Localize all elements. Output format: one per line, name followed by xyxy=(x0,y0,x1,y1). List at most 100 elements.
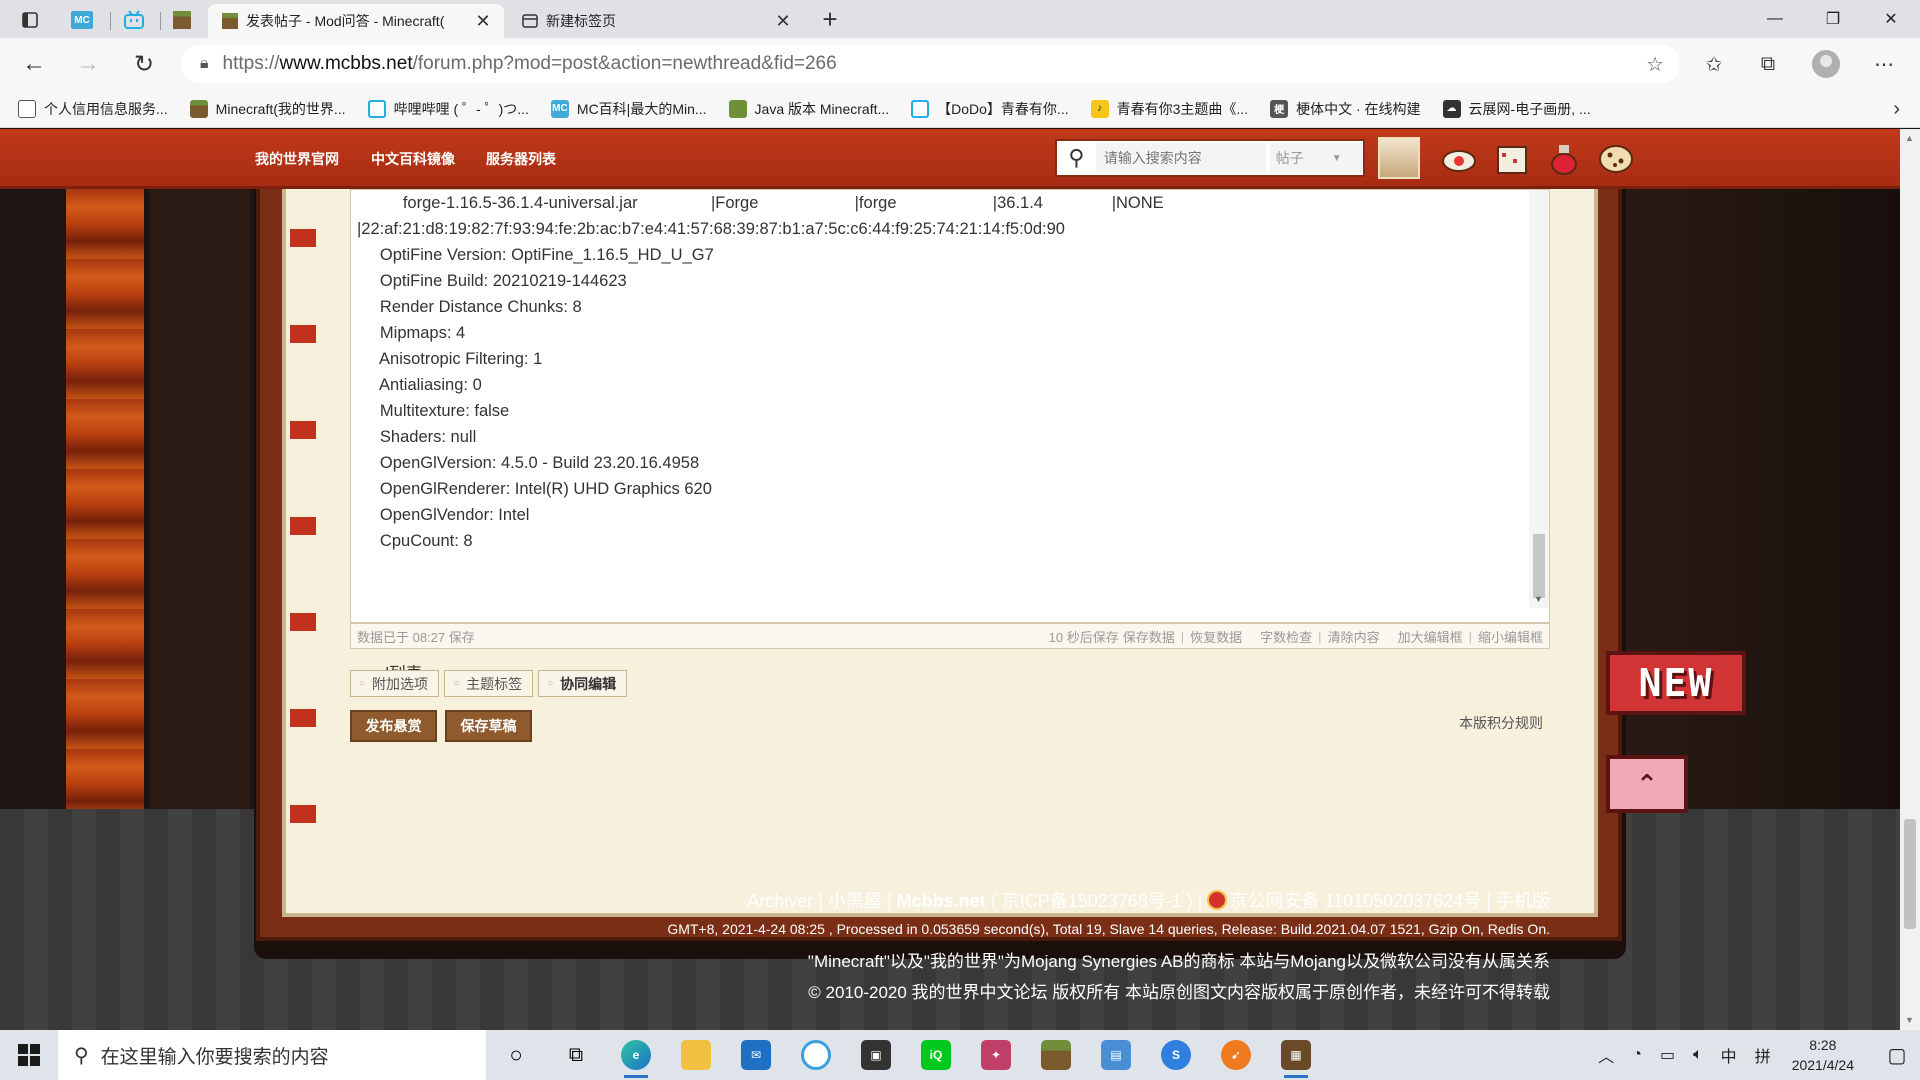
page-scroll-thumb[interactable] xyxy=(1904,819,1916,929)
taskbar-iqiyi[interactable]: iQ xyxy=(906,1030,966,1080)
new-tab-plus-icon[interactable]: + xyxy=(814,4,846,36)
extra-options-button[interactable]: ○ 附加选项 xyxy=(350,670,440,697)
editor-scroll-thumb[interactable] xyxy=(1533,534,1545,598)
potion-icon[interactable] xyxy=(1545,141,1583,177)
taskbar-orange-app[interactable]: ➹ xyxy=(1206,1030,1266,1080)
collections-icon[interactable]: ⧉ xyxy=(1750,46,1786,82)
close-window-icon[interactable]: ✕ xyxy=(1862,0,1920,38)
minimize-icon[interactable]: — xyxy=(1746,0,1804,38)
save-data-link[interactable]: 保存数据 xyxy=(1123,627,1175,646)
mobile-version-link[interactable]: 手机版 xyxy=(1496,891,1550,911)
egg-icon[interactable] xyxy=(1440,141,1478,177)
battery-icon[interactable]: ▭ xyxy=(1660,1045,1675,1065)
profile-button[interactable] xyxy=(1808,46,1844,82)
taskbar-app-teal[interactable] xyxy=(786,1030,846,1080)
editor-scrollbar[interactable]: ▼ xyxy=(1529,190,1549,608)
taskbar-minecraft[interactable] xyxy=(1026,1030,1086,1080)
police-record-link[interactable]: 京公网安备 11010502037624号 xyxy=(1229,891,1481,911)
forum-points-rules-link[interactable]: 本版积分规则 xyxy=(1459,713,1543,733)
editor-textarea[interactable]: forge-1.16.5-36.1.4-universal.jar |Forge… xyxy=(357,190,1527,560)
refresh-icon[interactable]: ↻ xyxy=(126,46,162,82)
tab-post-thread[interactable]: 发表帖子 - Mod问答 - Minecraft( ✕ xyxy=(208,4,504,38)
scroll-down-arrow-icon[interactable]: ▼ xyxy=(1905,1015,1914,1025)
taskbar-edge[interactable]: e xyxy=(606,1030,666,1080)
ime-mode[interactable]: 拼 xyxy=(1755,1043,1771,1067)
add-favorite-icon[interactable]: ☆ xyxy=(1646,52,1664,77)
nav-official-site[interactable]: 我的世界官网 xyxy=(255,149,339,169)
clear-content-link[interactable]: 清除内容 xyxy=(1328,627,1380,646)
restore-icon[interactable]: ❐ xyxy=(1804,0,1862,38)
url-field[interactable]: 🔒︎ https://www.mcbbs.net/forum.php?mod=p… xyxy=(180,45,1680,83)
taskbar-anime-app[interactable]: ✦ xyxy=(966,1030,1026,1080)
nav-wiki-mirror[interactable]: 中文百科镜像 xyxy=(371,149,455,169)
taskbar-mail[interactable]: ✉ xyxy=(726,1030,786,1080)
scroll-down-arrow-icon[interactable]: ▼ xyxy=(1534,594,1543,604)
tab-new-tab[interactable]: 新建标签页 ✕ xyxy=(508,4,804,38)
post-editor[interactable]: forge-1.16.5-36.1.4-universal.jar |Forge… xyxy=(350,189,1550,683)
taskbar-browser-blue[interactable]: S xyxy=(1146,1030,1206,1080)
save-draft-button[interactable]: 保存草稿 xyxy=(445,710,532,742)
scroll-up-arrow-icon[interactable]: ▲ xyxy=(1905,133,1914,143)
bookmark-yunzhan[interactable]: ☁ 云展网-电子画册, ... xyxy=(1442,99,1591,119)
taskbar-minecraft-launcher[interactable]: ▦ xyxy=(1266,1030,1326,1080)
site-search: ⚲ 帖子▼ xyxy=(1055,139,1365,177)
taskbar-file-explorer[interactable] xyxy=(666,1030,726,1080)
taskbar-store[interactable]: ▣ xyxy=(846,1030,906,1080)
notification-icon[interactable]: ▢ xyxy=(1874,1030,1920,1080)
ime-language[interactable]: 中 xyxy=(1721,1043,1737,1067)
volume-icon[interactable]: 🔈︎ xyxy=(1693,1046,1703,1064)
pinned-tab-mcmod[interactable]: MC xyxy=(60,4,104,36)
chevron-up-icon[interactable]: ︿ xyxy=(1598,1043,1614,1067)
bookmark-java-minecraft[interactable]: Java 版本 Minecraft... xyxy=(728,99,889,119)
forward-arrow-icon[interactable]: → xyxy=(70,46,106,82)
bookmark-bilibili[interactable]: 哔哩哔哩 ( ゜- ゜)つ... xyxy=(367,99,529,119)
lock-icon[interactable]: 🔒︎ xyxy=(200,55,209,73)
favorites-icon[interactable]: ✩ xyxy=(1696,46,1732,82)
bookmark-dodo[interactable]: 【DoDo】青春有你... xyxy=(911,99,1069,119)
back-arrow-icon[interactable]: ← xyxy=(16,46,52,82)
search-input[interactable] xyxy=(1095,143,1266,173)
pinned-tab-minecraft[interactable] xyxy=(160,4,204,36)
bookmark-minecraft[interactable]: Minecraft(我的世界... xyxy=(189,99,346,119)
topic-tags-button[interactable]: ○ 主题标签 xyxy=(444,670,534,697)
enlarge-editor-link[interactable]: 加大编辑框 xyxy=(1398,627,1463,646)
page-scrollbar[interactable]: ▲ ▼ xyxy=(1900,129,1920,1030)
nav-server-list[interactable]: 服务器列表 xyxy=(486,149,556,169)
bookmark-youth[interactable]: ♪ 青春有你3主题曲《... xyxy=(1090,99,1248,119)
taskbar-search[interactable]: ⚲ 在这里输入你要搜索的内容 xyxy=(58,1030,486,1080)
blackroom-link[interactable]: 小黑屋 xyxy=(828,891,882,911)
start-button[interactable] xyxy=(0,1030,58,1080)
user-avatar[interactable] xyxy=(1378,137,1420,179)
network-icon[interactable]: ◔ xyxy=(1632,1046,1642,1064)
co-edit-button[interactable]: ○ 协同编辑 xyxy=(538,670,628,697)
archiver-link[interactable]: Archiver xyxy=(747,891,813,911)
tab-actions-button[interactable] xyxy=(8,4,52,36)
taskbar-control-panel[interactable]: ▤ xyxy=(1086,1030,1146,1080)
back-to-top-icon[interactable]: ⌃ xyxy=(1606,755,1688,813)
orange-app-icon: ➹ xyxy=(1221,1040,1251,1070)
icp-link[interactable]: ( 京ICP备15023768号-1 ) xyxy=(991,891,1193,911)
task-view-button[interactable]: ⧉ xyxy=(546,1030,606,1080)
cortana-button[interactable]: ○ xyxy=(486,1030,546,1080)
search-type-select[interactable]: 帖子 ▼ xyxy=(1269,143,1363,173)
bilibili-icon xyxy=(911,99,930,118)
bookmark-mcmod[interactable]: MC MC百科|最大的Min... xyxy=(550,99,707,119)
publish-reward-button[interactable]: 发布悬赏 xyxy=(350,710,437,742)
editor-line: CpuCount: 8 xyxy=(357,532,473,550)
pinned-tab-bilibili[interactable] xyxy=(112,4,156,36)
clock[interactable]: 8:28 2021/4/24 xyxy=(1792,1035,1854,1075)
close-tab-icon[interactable]: ✕ xyxy=(774,11,792,32)
cake-icon[interactable] xyxy=(1493,141,1531,177)
word-check-link[interactable]: 字数检查 xyxy=(1260,627,1312,646)
site-name-link[interactable]: Mcbbs.net xyxy=(897,891,986,911)
restore-data-link[interactable]: 恢复数据 xyxy=(1190,627,1242,646)
close-tab-icon[interactable]: ✕ xyxy=(474,11,492,32)
shrink-editor-link[interactable]: 缩小编辑框 xyxy=(1478,627,1543,646)
bookmark-meme[interactable]: 梗梗体中文 · 在线构建 xyxy=(1270,99,1421,119)
cookie-icon[interactable] xyxy=(1597,141,1635,177)
new-badge[interactable]: NEW xyxy=(1606,651,1746,715)
chevron-right-icon[interactable]: › xyxy=(1893,98,1900,121)
bookmark-credit[interactable]: 个人信用信息服务... xyxy=(18,99,168,119)
more-menu-icon[interactable]: ⋯ xyxy=(1866,46,1902,82)
search-icon[interactable]: ⚲ xyxy=(1057,145,1096,171)
